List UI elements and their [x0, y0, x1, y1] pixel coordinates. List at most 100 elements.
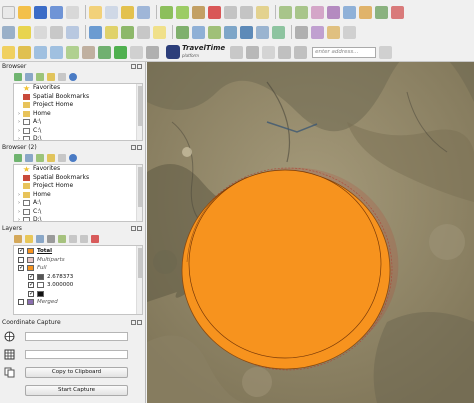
- tree-item[interactable]: › D:\: [14, 135, 142, 140]
- add-csv-icon[interactable]: [208, 25, 221, 39]
- label-change-icon[interactable]: [359, 5, 372, 19]
- filter-icon[interactable]: [25, 73, 33, 81]
- close-panel-icon[interactable]: [137, 64, 142, 69]
- add-wfs-icon[interactable]: [272, 25, 285, 39]
- paste-features-icon[interactable]: [256, 5, 269, 19]
- tree-item[interactable]: › C:\: [14, 127, 142, 136]
- open-project-icon[interactable]: [18, 5, 31, 19]
- layer-item[interactable]: Full: [14, 264, 142, 273]
- refresh-icon[interactable]: [14, 154, 22, 162]
- layer-item[interactable]: 2.678373: [14, 273, 142, 281]
- tree-item[interactable]: Favorites: [14, 84, 142, 93]
- identify-icon[interactable]: [2, 25, 15, 39]
- browser-scrollbar[interactable]: [136, 84, 142, 140]
- tree-item[interactable]: Spatial Bookmarks: [14, 93, 142, 102]
- bookmark-tool-icon[interactable]: [130, 45, 143, 59]
- select-features-icon[interactable]: [18, 25, 31, 39]
- copy-to-clipboard-button[interactable]: Copy to Clipboard: [25, 366, 128, 378]
- route-icon[interactable]: [246, 45, 260, 59]
- properties-icon[interactable]: [69, 154, 77, 162]
- redo-icon[interactable]: [295, 5, 308, 19]
- tree-item[interactable]: › D:\: [14, 216, 142, 221]
- geocode-icon[interactable]: [379, 45, 393, 59]
- layer-visibility-checkbox[interactable]: [18, 256, 24, 263]
- collapse-all-icon[interactable]: [80, 235, 88, 243]
- layer-item[interactable]: Multiparts: [14, 256, 142, 265]
- layer-visibility-checkbox[interactable]: [28, 281, 34, 290]
- label-show-icon[interactable]: [391, 5, 404, 19]
- layers-tree[interactable]: Total Multiparts Full2.678373 3.000000 Merge…: [13, 245, 143, 315]
- tree-item[interactable]: › A:\: [14, 118, 142, 127]
- help-icon[interactable]: [294, 45, 308, 59]
- tree-item[interactable]: › A:\: [14, 199, 142, 208]
- save-as-icon[interactable]: [50, 5, 63, 19]
- save-edits-icon[interactable]: [137, 5, 150, 19]
- search-icon[interactable]: [262, 45, 276, 59]
- add-selected-icon[interactable]: [36, 154, 44, 162]
- visibility-icon[interactable]: [36, 235, 44, 243]
- pan-to-selection-icon[interactable]: [18, 45, 31, 59]
- style-panel-icon[interactable]: [14, 235, 22, 243]
- map-canvas[interactable]: [147, 62, 474, 403]
- properties-icon[interactable]: [69, 73, 77, 81]
- label-hide-icon[interactable]: [375, 5, 388, 19]
- zoom-in-icon[interactable]: [34, 45, 47, 59]
- grid-crs-icon[interactable]: [4, 349, 15, 360]
- filter-expression-icon[interactable]: [58, 235, 66, 243]
- add-polygon-icon[interactable]: [176, 5, 189, 19]
- layer-item[interactable]: Merged: [14, 298, 142, 307]
- add-group-icon[interactable]: [25, 235, 33, 243]
- collapse-all-icon[interactable]: [58, 73, 66, 81]
- filter-legend-icon[interactable]: [47, 235, 55, 243]
- copy-features-icon[interactable]: [240, 5, 253, 19]
- zoom-out-icon[interactable]: [50, 45, 63, 59]
- tree-item[interactable]: Project Home: [14, 101, 142, 110]
- add-wms-icon[interactable]: [256, 25, 269, 39]
- close-panel-icon[interactable]: [137, 320, 142, 325]
- new-layout-icon[interactable]: [105, 5, 118, 19]
- revert-icon[interactable]: [66, 5, 79, 19]
- grid-icon[interactable]: [343, 25, 356, 39]
- refresh-icon[interactable]: [14, 73, 22, 81]
- vertex-tool-icon[interactable]: [192, 5, 205, 19]
- deselect-icon[interactable]: [34, 25, 47, 39]
- close-panel-icon[interactable]: [137, 226, 142, 231]
- new-shapefile-icon[interactable]: [327, 25, 340, 39]
- add-raster-icon[interactable]: [192, 25, 205, 39]
- cut-features-icon[interactable]: [224, 5, 237, 19]
- zoom-full-icon[interactable]: [66, 45, 79, 59]
- label-rotate-icon[interactable]: [343, 5, 356, 19]
- new-project-icon[interactable]: [2, 5, 15, 19]
- traveltime-logo[interactable]: TravelTime platform: [166, 44, 225, 60]
- zoom-layer-icon[interactable]: [82, 45, 95, 59]
- float-panel-icon[interactable]: [131, 226, 136, 231]
- layout-manager-icon[interactable]: [89, 5, 102, 19]
- close-panel-icon[interactable]: [137, 145, 142, 150]
- refresh-icon[interactable]: [98, 45, 111, 59]
- layer-visibility-checkbox[interactable]: [18, 247, 24, 256]
- crs-globe-icon[interactable]: [4, 331, 15, 342]
- coordinate-field-1[interactable]: [25, 331, 128, 341]
- mesh-icon[interactable]: [295, 25, 308, 39]
- start-capture-button[interactable]: Start Capture: [25, 384, 128, 396]
- float-panel-icon[interactable]: [131, 145, 136, 150]
- tree-item[interactable]: › Home: [14, 110, 142, 119]
- browser-tree[interactable]: Favorites Spatial Bookmarks Project Home › H…: [13, 83, 143, 141]
- digitize-icon[interactable]: [160, 5, 173, 19]
- temporal-icon[interactable]: [114, 45, 127, 59]
- collapse-all-icon[interactable]: [58, 154, 66, 162]
- python-console-icon[interactable]: [89, 25, 102, 39]
- tree-item[interactable]: Favorites: [14, 165, 142, 174]
- plugin-icon[interactable]: [146, 45, 159, 59]
- tree-item[interactable]: Project Home: [14, 182, 142, 191]
- undo-icon[interactable]: [279, 5, 292, 19]
- isochrone-icon[interactable]: [230, 45, 244, 59]
- delete-selected-icon[interactable]: [208, 5, 221, 19]
- browser-2-scrollbar[interactable]: [136, 165, 142, 221]
- layer-visibility-checkbox[interactable]: [18, 299, 24, 306]
- pan-icon[interactable]: [2, 45, 15, 59]
- layer-item[interactable]: 3.000000: [14, 281, 142, 290]
- layer-item[interactable]: Total: [14, 247, 142, 256]
- filter-browser-icon[interactable]: [47, 154, 55, 162]
- layer-visibility-checkbox[interactable]: [18, 264, 24, 273]
